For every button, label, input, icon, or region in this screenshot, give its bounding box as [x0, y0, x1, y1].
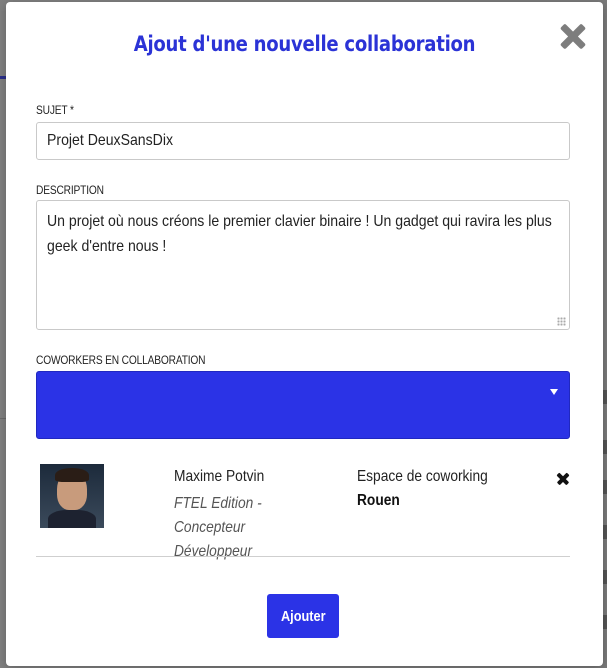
required-mark: *	[69, 103, 74, 117]
coworking-space-label: Espace de coworking	[357, 468, 488, 485]
chevron-down-icon	[550, 389, 558, 395]
coworkers-label: COWORKERS EN COLLABORATION	[36, 353, 206, 367]
coworker-role: FTEL Edition - Concepteur Développeur	[174, 495, 262, 560]
coworking-space-value: Rouen	[357, 492, 400, 509]
coworkers-select[interactable]	[36, 371, 570, 439]
divider	[36, 556, 570, 557]
subject-label: SUJET *	[36, 103, 74, 117]
modal-title: Ajout d'une nouvelle collaboration	[133, 32, 476, 56]
close-icon[interactable]	[556, 20, 590, 54]
description-textarea[interactable]: Un projet où nous créons le premier clav…	[36, 200, 570, 330]
coworker-item: Maxime Potvin FTEL Edition - Concepteur …	[36, 462, 570, 560]
description-label: DESCRIPTION	[36, 183, 104, 197]
resize-handle-icon[interactable]	[557, 317, 566, 326]
remove-icon[interactable]	[556, 472, 570, 486]
avatar	[40, 464, 104, 528]
subject-input[interactable]: Projet DeuxSansDix	[36, 122, 570, 160]
coworker-name: Maxime Potvin	[174, 468, 265, 485]
add-collaboration-modal: Ajout d'une nouvelle collaboration SUJET…	[6, 2, 603, 666]
add-button[interactable]: Ajouter	[267, 594, 339, 638]
